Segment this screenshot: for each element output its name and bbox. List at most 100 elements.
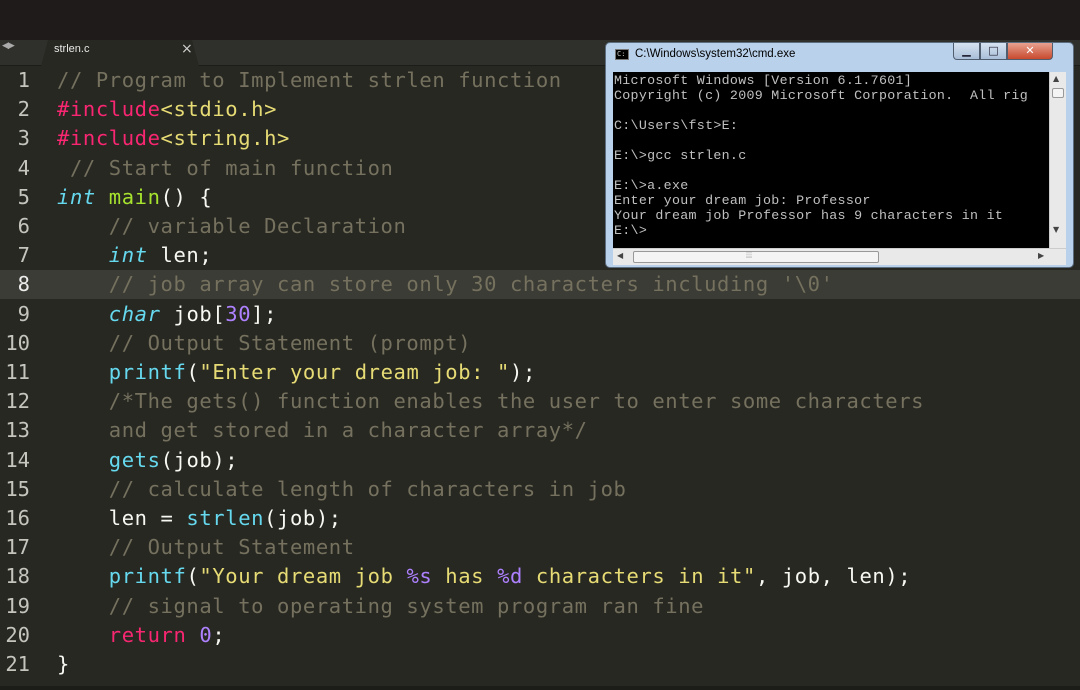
- line-number: 19: [5, 593, 30, 618]
- code-token: and get stored in a character array*/: [57, 418, 588, 443]
- close-button[interactable]: ✕: [1007, 43, 1053, 60]
- code-text: // calculate length of characters in job: [57, 475, 626, 504]
- code-token: 30: [225, 301, 252, 326]
- code-text: len = strlen(job);: [57, 504, 342, 533]
- code-line[interactable]: 18 printf("Your dream job %s has %d char…: [0, 562, 1080, 591]
- line-number: 16: [5, 506, 30, 530]
- window-top-bar: [0, 0, 1080, 40]
- line-number: 15: [5, 476, 30, 501]
- code-text: int len;: [57, 241, 212, 270]
- horizontal-scroll-thumb[interactable]: ⦙⦙⦙: [633, 251, 879, 263]
- code-line[interactable]: 12 /*The gets() function enables the use…: [0, 387, 1080, 416]
- code-token: "Enter your dream job: ": [199, 360, 510, 384]
- cmd-title: C:\Windows\system32\cmd.exe: [635, 48, 796, 60]
- code-token: strlen: [186, 506, 265, 530]
- code-token: (: [186, 360, 200, 384]
- code-token: (job);: [160, 447, 239, 472]
- code-token: main: [108, 184, 161, 209]
- line-number: 17: [5, 535, 30, 560]
- code-token: <string.h>: [160, 126, 290, 151]
- code-text: // Program to Implement strlen function: [57, 66, 562, 95]
- code-token: 0: [199, 622, 213, 647]
- code-token: %d: [497, 564, 523, 589]
- code-token: characters in it": [522, 564, 756, 589]
- code-line[interactable]: 19 // signal to operating system program…: [0, 592, 1080, 621]
- line-number: 4: [17, 155, 30, 180]
- code-line[interactable]: 15 // calculate length of characters in …: [0, 475, 1080, 504]
- code-line[interactable]: 20 return 0;: [0, 621, 1080, 650]
- code-line[interactable]: 14 gets(job);: [0, 446, 1080, 475]
- code-token: }: [57, 652, 70, 676]
- horizontal-scrollbar[interactable]: ◀ ⦙⦙⦙ ▶: [613, 248, 1066, 265]
- code-token: (: [186, 564, 200, 589]
- code-text: gets(job);: [57, 446, 238, 475]
- code-line[interactable]: 11 printf("Enter your dream job: ");: [0, 358, 1080, 387]
- line-number: 20: [5, 622, 30, 647]
- code-token: () {: [160, 184, 213, 209]
- line-number: 1: [17, 68, 30, 92]
- code-text: // variable Declaration: [57, 212, 406, 241]
- code-token: return: [108, 622, 187, 647]
- line-number: 6: [17, 214, 30, 238]
- code-text: // Output Statement (prompt): [57, 329, 471, 358]
- line-number: 3: [17, 126, 30, 151]
- minimize-button[interactable]: ▁: [953, 43, 980, 60]
- code-token: job[: [160, 301, 226, 326]
- line-number: 9: [17, 301, 30, 326]
- line-number: 5: [17, 184, 30, 209]
- code-line[interactable]: 8 // job array can store only 30 charact…: [0, 270, 1080, 300]
- code-text: #include<stdio.h>: [57, 95, 277, 124]
- scroll-down-icon[interactable]: ▼: [1053, 225, 1059, 234]
- code-text: // Output Statement: [57, 533, 355, 562]
- code-token: printf: [108, 564, 187, 589]
- tab-strlen-c[interactable]: strlen.c ×: [41, 40, 199, 66]
- code-text: #include<string.h>: [57, 124, 290, 153]
- code-token: has: [432, 564, 498, 589]
- tab-close-icon[interactable]: ×: [181, 41, 193, 57]
- code-token: // Program to Implement strlen function: [57, 68, 562, 92]
- maximize-button[interactable]: □: [980, 43, 1007, 60]
- line-number: 8: [17, 272, 30, 297]
- code-text: and get stored in a character array*/: [57, 416, 588, 445]
- cmd-icon[interactable]: C:: [615, 49, 629, 60]
- code-token: , job, len);: [755, 564, 912, 589]
- line-number: 13: [5, 418, 30, 443]
- code-text: // Start of main function: [57, 154, 394, 183]
- code-token: len =: [57, 506, 187, 530]
- code-token: %s: [406, 564, 433, 589]
- code-token: #include: [57, 126, 161, 151]
- scroll-left-icon[interactable]: ◀: [617, 251, 623, 260]
- code-line[interactable]: 16 len = strlen(job);: [0, 504, 1080, 533]
- line-number: 10: [5, 330, 30, 355]
- code-line[interactable]: 10 // Output Statement (prompt): [0, 329, 1080, 358]
- code-text: }: [57, 650, 70, 679]
- code-token: printf: [108, 360, 187, 384]
- cmd-console[interactable]: Microsoft Windows [Version 6.1.7601] Cop…: [613, 72, 1066, 248]
- code-token: // Output Statement (prompt): [57, 330, 472, 355]
- code-line[interactable]: 17 // Output Statement: [0, 533, 1080, 562]
- cmd-window[interactable]: C: C:\Windows\system32\cmd.exe ▁ □ ✕ Mic…: [605, 42, 1074, 268]
- line-number: 12: [5, 389, 30, 414]
- code-line[interactable]: 9 char job[30];: [0, 300, 1080, 329]
- scroll-up-icon[interactable]: ▲: [1053, 74, 1059, 83]
- code-line[interactable]: 13 and get stored in a character array*/: [0, 416, 1080, 445]
- line-number: 21: [5, 652, 30, 676]
- code-token: ;: [212, 622, 226, 647]
- code-line[interactable]: 21}: [0, 650, 1080, 679]
- code-token: // job array can store only 30 character…: [57, 272, 834, 297]
- code-token: // Output Statement: [57, 535, 355, 560]
- tab-nav-arrows-icon[interactable]: ◀▶: [2, 41, 28, 55]
- code-text: // signal to operating system program ra…: [57, 592, 704, 621]
- scroll-right-icon[interactable]: ▶: [1038, 251, 1044, 260]
- vertical-scrollbar[interactable]: ▲ ▼: [1049, 72, 1066, 248]
- vertical-scroll-thumb[interactable]: [1052, 88, 1064, 98]
- cmd-titlebar[interactable]: C: C:\Windows\system32\cmd.exe ▁ □ ✕: [606, 43, 1073, 65]
- line-number: 7: [17, 243, 30, 268]
- code-text: int main() {: [57, 183, 212, 212]
- code-token: // calculate length of characters in job: [57, 476, 627, 501]
